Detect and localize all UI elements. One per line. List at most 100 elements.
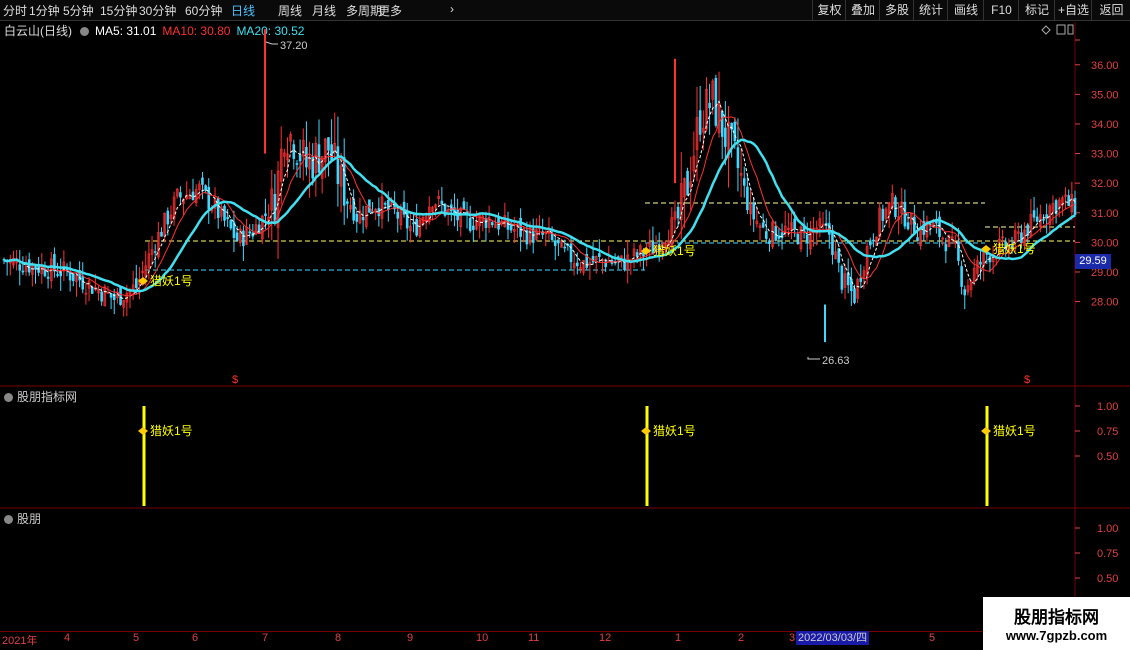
candle-body (412, 222, 415, 225)
candle-body (336, 146, 340, 184)
candle-body (837, 248, 841, 263)
candle-body (59, 271, 63, 277)
candle-body (768, 240, 771, 244)
candle-body (292, 144, 296, 159)
candle-body (119, 286, 122, 305)
candle-body (840, 265, 844, 290)
indicator-panel-2: 1.00 0.75 0.50 (1075, 523, 1118, 585)
candle-body (509, 223, 513, 231)
candle-body (868, 240, 872, 246)
candle-body (960, 266, 963, 287)
candle-body (831, 230, 834, 255)
candle-body (575, 262, 579, 267)
candle-body (201, 177, 204, 185)
ma-lines (3, 100, 1076, 300)
panel1-tick: 0.75 (1097, 426, 1118, 438)
candle-body (1032, 210, 1036, 218)
month-label: 12 (599, 632, 612, 644)
candle-body (109, 293, 113, 298)
price-tick-label: 35.00 (1091, 89, 1119, 101)
candle-body (18, 264, 22, 271)
signal-bar (142, 406, 146, 506)
candle-body (708, 102, 711, 109)
month-label: 3 (789, 632, 796, 644)
price-tick-label: 34.00 (1091, 119, 1119, 131)
candle-body (872, 239, 875, 242)
candle-body (796, 233, 800, 245)
dollar-mark: $ (1024, 374, 1030, 386)
candle-body (46, 276, 50, 279)
candle-body (742, 178, 746, 186)
candle-body (383, 203, 387, 205)
candle-body (100, 291, 103, 302)
panel2-title: 股朋 (4, 510, 41, 527)
candle-body (179, 192, 182, 198)
candle-body (484, 218, 488, 228)
candle-body (298, 154, 302, 162)
candle-body (216, 198, 220, 219)
candle-body (676, 206, 680, 219)
candle-body (746, 186, 749, 211)
candle-body (257, 224, 261, 235)
signal-label: 猎妖1号 (993, 424, 1036, 438)
candle-body (415, 218, 418, 236)
candle-body (979, 261, 982, 265)
month-label: 11 (528, 632, 540, 644)
candle-body (81, 275, 85, 290)
candle-body (160, 231, 163, 237)
candle-body (235, 232, 239, 241)
candle-body (248, 231, 251, 234)
signal-label: 猎妖1号 (150, 274, 193, 288)
month-label: 9 (407, 632, 414, 644)
candle-body (223, 205, 226, 221)
candle-body (916, 237, 919, 242)
candle-body (733, 121, 737, 142)
candle-body (1026, 224, 1030, 236)
diamond-icon[interactable] (1041, 25, 1051, 35)
candle-body (519, 217, 522, 237)
signal-label: 猎妖1号 (993, 242, 1036, 256)
candles (2, 29, 1077, 343)
price-tick-label: 28.00 (1091, 297, 1119, 309)
candle-body (166, 210, 170, 225)
panel1-title: 股朋指标网 (4, 388, 77, 405)
price-tick-label: 31.00 (1091, 208, 1119, 220)
signal-bar (645, 406, 649, 506)
settings-icon[interactable] (4, 515, 13, 524)
candle-body (405, 211, 409, 229)
month-label: 6 (192, 632, 199, 644)
candle-body (53, 254, 56, 272)
candle-body (957, 241, 960, 261)
window-icon[interactable] (1056, 24, 1074, 35)
settings-icon[interactable] (4, 393, 13, 402)
candle-body (229, 220, 233, 229)
candle-body (327, 137, 330, 151)
candle-body (396, 211, 400, 219)
candle-body (525, 230, 529, 245)
month-label: 7 (262, 632, 269, 644)
candle-body (72, 273, 75, 281)
indicator-panel: 1.00 0.75 0.50 猎妖1号 猎妖1号 猎妖1号 (138, 401, 1118, 506)
kline-chart[interactable]: 36.0035.0034.0033.0032.0031.0030.0029.00… (0, 0, 1130, 631)
candle-body (563, 246, 567, 249)
candle-body (1067, 195, 1070, 206)
candle-body (894, 197, 897, 217)
panel1-tick: 1.00 (1097, 401, 1118, 413)
candle-body (793, 218, 796, 230)
high-price-label: 37.20 (280, 40, 308, 52)
candle-body (805, 234, 809, 243)
candle-body (752, 202, 756, 220)
watermark-url: www.7gpzb.com (1005, 628, 1108, 643)
signal-label: 猎妖1号 (150, 424, 193, 438)
low-price-label: 26.63 (822, 355, 850, 367)
candle-body (698, 110, 702, 135)
candle-body (1035, 216, 1039, 222)
dollar-mark: $ (232, 374, 238, 386)
candle-body (881, 208, 885, 221)
candle-body (295, 163, 299, 165)
candle-body (944, 244, 948, 252)
candle-body (386, 200, 390, 210)
candle-body (724, 127, 727, 147)
candle-body (135, 278, 138, 288)
candle-body (468, 217, 472, 231)
